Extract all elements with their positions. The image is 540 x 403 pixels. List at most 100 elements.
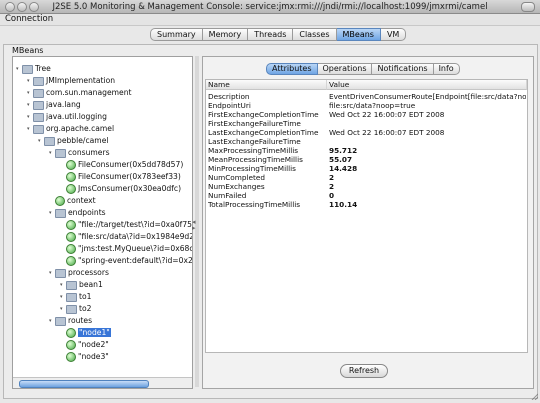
tree-horizontal-scrollbar[interactable] [13, 377, 192, 388]
tree-node-label: bean1 [79, 280, 103, 289]
main-tabs: Summary Memory Threads Classes MBeans VM [150, 28, 407, 41]
tree-node-label: FileConsumer(0x783eef33) [78, 172, 181, 181]
refresh-button[interactable]: Refresh [340, 364, 388, 378]
attribute-row[interactable]: FirstExchangeCompletionTime Wed Oct 22 16… [206, 110, 527, 119]
tree-node[interactable]: ▾ to2 [60, 304, 91, 314]
tab-operations[interactable]: Operations [317, 63, 373, 75]
tree-node-label: consumers [68, 148, 110, 157]
mbean-bean-icon [55, 196, 65, 206]
menu-connection[interactable]: Connection [5, 14, 53, 24]
tree-node-label: routes [68, 316, 93, 325]
tree-node-selected[interactable]: "node1" [60, 328, 111, 338]
tree-node-label: "node3" [78, 352, 109, 361]
folder-icon [33, 100, 44, 110]
tree-node[interactable]: ▾ pebble/camel [38, 136, 108, 146]
tree-node[interactable]: "node3" [60, 352, 109, 362]
tab-classes[interactable]: Classes [293, 28, 337, 41]
folder-icon [55, 268, 66, 278]
tree-node-label: java.util.logging [46, 112, 107, 121]
tree-node-label: Tree [35, 64, 51, 73]
tab-notifications[interactable]: Notifications [372, 63, 434, 75]
attribute-row[interactable]: TotalProcessingTimeMillis 110.14 [206, 200, 527, 209]
tree-node[interactable]: "node2" [60, 340, 109, 350]
attribute-name: NumExchanges [208, 182, 265, 191]
attribute-name: LastExchangeCompletionTime [208, 128, 319, 137]
attribute-row[interactable]: LastExchangeFailureTime [206, 137, 527, 146]
attribute-row[interactable]: NumCompleted 2 [206, 173, 527, 182]
tab-threads[interactable]: Threads [248, 28, 294, 41]
tab-memory[interactable]: Memory [202, 28, 249, 41]
attributes-table: Name Value Description EventDrivenConsume… [205, 79, 528, 353]
tree-node[interactable]: ▾ org.apache.camel [27, 124, 114, 134]
tree-node-label: to2 [79, 304, 92, 313]
attribute-row[interactable]: EndpointUri file:src/data?noop=true [206, 101, 527, 110]
attribute-value: 14.428 [329, 164, 358, 173]
tree-node-label: JmsConsumer(0x30ea0dfc) [78, 184, 182, 193]
attribute-row[interactable]: FirstExchangeFailureTime [206, 119, 527, 128]
folder-icon [33, 76, 44, 86]
tree-node[interactable]: ▾ Tree [16, 64, 51, 74]
tree-node[interactable]: context [49, 196, 96, 206]
tree-node[interactable]: ▾ java.util.logging [27, 112, 107, 122]
folder-icon [55, 208, 66, 218]
folder-icon [66, 304, 77, 314]
tree-node[interactable]: ▾ endpoints [49, 208, 106, 218]
tree-node[interactable]: "file:src/data\?id=0x1984e9d2" [60, 232, 193, 242]
attribute-row[interactable]: MaxProcessingTimeMillis 95.712 [206, 146, 527, 155]
tree-node[interactable]: ▾ to1 [60, 292, 91, 302]
attribute-row[interactable]: NumFailed 0 [206, 191, 527, 200]
tree-node[interactable]: ▾ consumers [49, 148, 110, 158]
attribute-row[interactable]: NumExchanges 2 [206, 182, 527, 191]
attribute-name: LastExchangeFailureTime [208, 137, 301, 146]
tab-vm[interactable]: VM [380, 28, 407, 41]
tree-node-label: com.sun.management [46, 88, 132, 97]
column-value-header[interactable]: Value [327, 80, 527, 90]
tree-node-label: pebble/camel [57, 136, 109, 145]
folder-icon [44, 136, 55, 146]
attribute-name: MaxProcessingTimeMillis [208, 146, 299, 155]
attribute-name: FirstExchangeCompletionTime [208, 110, 319, 119]
tab-summary[interactable]: Summary [150, 28, 203, 41]
tree-node[interactable]: JmsConsumer(0x30ea0dfc) [60, 184, 181, 194]
tree-node[interactable]: ▾ processors [49, 268, 109, 278]
tree-node[interactable]: ▾ routes [49, 316, 92, 326]
attribute-row[interactable]: Description EventDrivenConsumerRoute[Endp… [206, 92, 527, 101]
column-name-header[interactable]: Name [206, 80, 327, 90]
folder-icon [66, 292, 77, 302]
tree-node[interactable]: ▾ java.lang [27, 100, 81, 110]
attribute-value: file:src/data?noop=true [329, 101, 416, 110]
tree-node[interactable]: ▾ bean1 [60, 280, 103, 290]
attribute-row[interactable]: MeanProcessingTimeMillis 55.07 [206, 155, 527, 164]
attribute-row[interactable]: LastExchangeCompletionTime Wed Oct 22 16:… [206, 128, 527, 137]
mbean-tree[interactable]: ▾ Tree ▾ JMImplementation ▾ com.sun.managemen… [12, 56, 193, 389]
folder-icon [66, 280, 77, 290]
tree-node[interactable]: FileConsumer(0x5dd78d57) [60, 160, 183, 170]
tree-scroll-thumb[interactable] [19, 380, 149, 388]
tab-info[interactable]: Info [433, 63, 460, 75]
mbean-bean-icon [66, 232, 76, 242]
attribute-row[interactable]: MinProcessingTimeMillis 14.428 [206, 164, 527, 173]
tree-node[interactable]: ▾ com.sun.management [27, 88, 132, 98]
tree-node[interactable]: "spring-event:default\?id=0x20a [60, 256, 192, 266]
tree-node[interactable]: ▾ JMImplementation [27, 76, 115, 86]
tree-node-label: to1 [79, 292, 92, 301]
attribute-value: 2 [329, 173, 335, 182]
attribute-value: Wed Oct 22 16:00:07 EDT 2008 [329, 128, 445, 137]
mbean-bean-icon [66, 256, 76, 266]
resize-grip-icon[interactable] [530, 392, 538, 400]
tab-mbeans[interactable]: MBeans [336, 28, 381, 41]
tab-attributes[interactable]: Attributes [266, 63, 318, 75]
folder-icon [33, 112, 44, 122]
tree-node-label: processors [68, 268, 109, 277]
tree-node[interactable]: "jms:test.MyQueue\?id=0x68c2e" [60, 244, 192, 254]
window-widget-icon[interactable] [521, 2, 535, 12]
tree-node[interactable]: "file://target/test\?id=0xa0f754a [60, 220, 192, 230]
mbean-bean-icon [66, 172, 76, 182]
tree-node-label: "file:src/data\?id=0x1984e9d2" [78, 232, 193, 241]
mbean-bean-icon [66, 184, 76, 194]
attribute-name: EndpointUri [208, 101, 251, 110]
attribute-value: 110.14 [329, 200, 358, 209]
split-right-arrow-icon[interactable]: ▸ [192, 224, 196, 232]
tree-node[interactable]: FileConsumer(0x783eef33) [60, 172, 181, 182]
mbean-bean-icon [66, 328, 76, 338]
